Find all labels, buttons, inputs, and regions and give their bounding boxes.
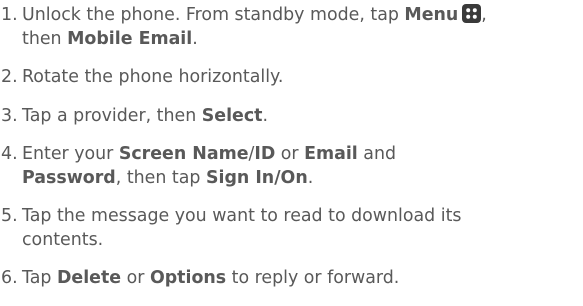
step-text: , then tap [115,167,206,188]
step-text: or [275,144,305,164]
punctuation: . [192,28,198,49]
step-5-line-2: contents. [22,229,104,250]
step-2-text: Rotate the phone horizontally. [22,67,284,87]
menu-grid-icon [462,4,482,23]
step-text: Tap a provider, then [22,105,202,126]
step-5: 5. Tap the message you want to read to d… [1,205,581,252]
email-label: Email [304,144,358,164]
menu-label: Menu [404,5,459,25]
step-text: Tap [22,268,57,288]
instruction-steps: 1. Unlock the phone. From standby mode, … [1,4,581,306]
step-3-line: Tap a provider, then Select. [22,105,581,129]
mobile-email-label: Mobile Email [67,28,193,49]
step-1-line-2: then Mobile Email. [22,28,581,52]
step-3: 3. Tap a provider, then Select. [1,105,581,129]
punctuation: . [307,167,314,188]
step-6: 6. Tap Delete or Options to reply or for… [1,267,581,291]
step-text: then [22,28,68,49]
step-4: 4. Enter your Screen Name/ID or Email an… [1,143,581,190]
step-text: and [357,144,397,164]
step-text: to reply or forward. [226,268,400,288]
step-5-line-1: Tap the message you want to read to down… [22,206,462,226]
step-4-line-1: Enter your Screen Name/ID or Email and [22,143,581,167]
step-1-line-1: Unlock the phone. From standby mode, tap… [22,4,581,28]
options-label: Options [149,268,227,288]
step-text: or [121,268,150,288]
step-number: 6. [1,268,18,288]
step-text: Unlock the phone. From standby mode, tap [22,5,405,25]
step-number: 5. [1,206,18,226]
sign-in-label: Sign In/On [205,167,308,188]
delete-label: Delete [56,268,122,288]
step-number: 2. [1,67,18,87]
step-number: 3. [1,105,18,126]
step-text: Enter your [22,144,119,164]
step-6-line: Tap Delete or Options to reply or forwar… [22,267,581,291]
id-label: ID [254,144,276,164]
step-1: 1. Unlock the phone. From standby mode, … [1,4,581,51]
punctuation: . [262,105,268,126]
screen-name-label: Screen Name [118,144,249,164]
step-number: 4. [1,144,18,164]
punctuation: , [481,5,487,25]
password-label: Password [22,167,116,188]
step-4-line-2: Password, then tap Sign In/On. [22,167,581,191]
select-label: Select [201,105,263,126]
step-number: 1. [1,5,18,25]
step-2: 2. Rotate the phone horizontally. [1,66,581,90]
